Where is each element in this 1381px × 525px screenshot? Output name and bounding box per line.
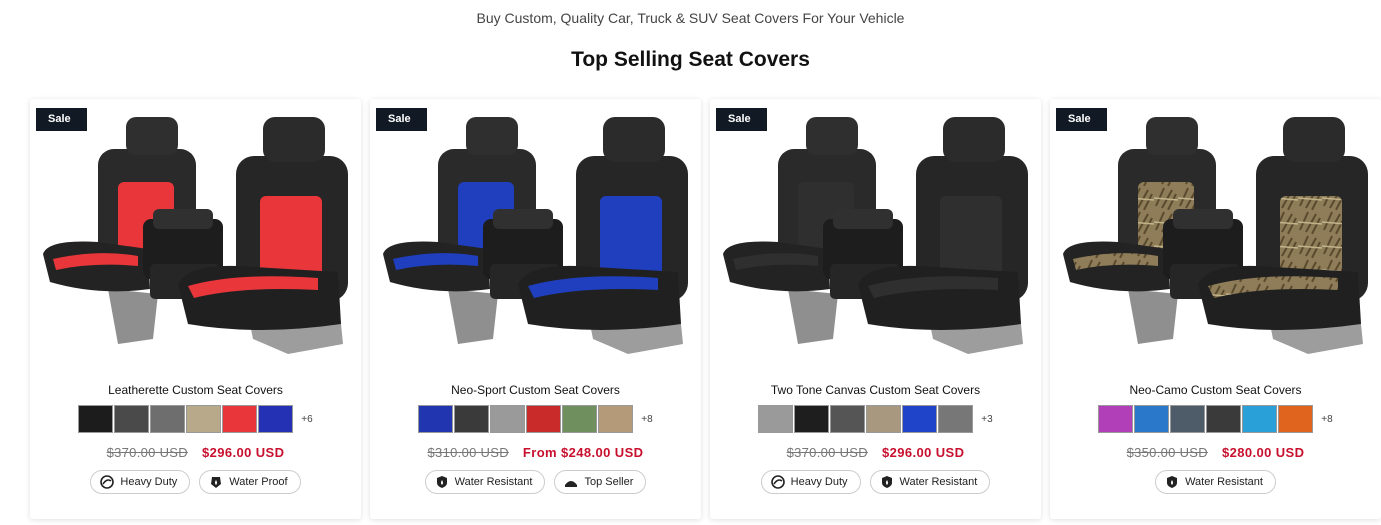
price-row: $350.00 USD $280.00 USD xyxy=(1050,445,1381,460)
color-swatch[interactable] xyxy=(1170,405,1206,433)
heavy-duty-icon xyxy=(100,475,115,489)
water-resistant-icon xyxy=(1165,475,1179,489)
sale-badge: Sale xyxy=(376,108,427,131)
more-colors-count[interactable]: +6 xyxy=(301,414,312,425)
page-subtitle: Buy Custom, Quality Car, Truck & SUV Sea… xyxy=(476,10,905,26)
color-swatch[interactable] xyxy=(490,405,526,433)
feature-tag: Water Resistant xyxy=(424,470,546,494)
feature-tag: Heavy Duty xyxy=(760,470,861,494)
color-swatch[interactable] xyxy=(1242,405,1278,433)
color-swatch[interactable] xyxy=(938,405,974,433)
more-colors-count[interactable]: +3 xyxy=(981,414,992,425)
original-price: $350.00 USD xyxy=(1126,445,1208,460)
product-card[interactable]: Sale Neo-Sport Custom Seat Covers +8 $31… xyxy=(370,99,701,519)
product-image[interactable] xyxy=(1058,114,1374,369)
color-swatch[interactable] xyxy=(186,405,222,433)
feature-tag-label: Water Resistant xyxy=(454,476,533,488)
product-card[interactable]: Sale Two Tone Canvas Custom Seat Covers … xyxy=(710,99,1041,519)
original-price: $370.00 USD xyxy=(106,445,188,460)
sale-price: $296.00 USD xyxy=(881,445,965,460)
price-row: $310.00 USD From $248.00 USD xyxy=(370,445,701,460)
sale-price: $280.00 USD xyxy=(1221,445,1305,460)
sale-price: From $248.00 USD xyxy=(522,445,644,460)
color-swatch[interactable] xyxy=(150,405,186,433)
product-image[interactable] xyxy=(718,114,1034,369)
color-swatch[interactable] xyxy=(866,405,902,433)
color-swatch[interactable] xyxy=(758,405,794,433)
product-image[interactable] xyxy=(38,114,354,369)
color-swatch[interactable] xyxy=(1134,405,1170,433)
color-swatch[interactable] xyxy=(454,405,490,433)
sale-badge: Sale xyxy=(1056,108,1107,131)
color-swatch[interactable] xyxy=(78,405,114,433)
color-swatch[interactable] xyxy=(1098,405,1134,433)
sale-badge: Sale xyxy=(36,108,87,131)
color-swatch[interactable] xyxy=(902,405,938,433)
color-swatches: +6 xyxy=(30,405,361,433)
color-swatch[interactable] xyxy=(1278,405,1314,433)
heavy-duty-icon xyxy=(770,475,785,489)
color-swatches: +8 xyxy=(1050,405,1381,433)
product-image[interactable] xyxy=(378,114,694,369)
sale-badge: Sale xyxy=(716,108,767,131)
color-swatch[interactable] xyxy=(222,405,258,433)
feature-tag-label: Water Resistant xyxy=(1185,476,1263,488)
feature-tag-label: Water Proof xyxy=(229,476,288,488)
feature-tags: Water Resistant Top Seller xyxy=(370,470,701,494)
feature-tag: Water Resistant xyxy=(869,470,991,494)
water-resistant-icon xyxy=(435,475,449,489)
feature-tag: Water Resistant xyxy=(1155,470,1276,494)
color-swatch[interactable] xyxy=(794,405,830,433)
water-resistant-icon xyxy=(880,475,894,489)
feature-tags: Heavy Duty Water Resistant xyxy=(710,470,1041,494)
feature-tag-label: Heavy Duty xyxy=(120,476,178,488)
feature-tag-label: Top Seller xyxy=(584,476,634,488)
section-title: Top Selling Seat Covers xyxy=(571,48,810,71)
feature-tag: Top Seller xyxy=(554,470,647,494)
product-title[interactable]: Two Tone Canvas Custom Seat Covers xyxy=(710,383,1041,397)
product-title[interactable]: Leatherette Custom Seat Covers xyxy=(30,383,361,397)
top-seller-icon xyxy=(564,475,578,489)
feature-tag-label: Heavy Duty xyxy=(790,476,848,488)
color-swatch[interactable] xyxy=(418,405,454,433)
color-swatch[interactable] xyxy=(830,405,866,433)
feature-tag: Water Proof xyxy=(199,470,301,494)
color-swatch[interactable] xyxy=(1206,405,1242,433)
color-swatches: +3 xyxy=(710,405,1041,433)
water-proof-icon xyxy=(209,475,223,489)
price-row: $370.00 USD $296.00 USD xyxy=(710,445,1041,460)
feature-tag-label: Water Resistant xyxy=(899,476,978,488)
more-colors-count[interactable]: +8 xyxy=(641,414,652,425)
color-swatch[interactable] xyxy=(562,405,598,433)
original-price: $310.00 USD xyxy=(427,445,509,460)
original-price: $370.00 USD xyxy=(786,445,868,460)
feature-tags: Water Resistant xyxy=(1050,470,1381,494)
color-swatch[interactable] xyxy=(526,405,562,433)
more-colors-count[interactable]: +8 xyxy=(1321,414,1332,425)
color-swatch[interactable] xyxy=(114,405,150,433)
price-row: $370.00 USD $296.00 USD xyxy=(30,445,361,460)
product-title[interactable]: Neo-Camo Custom Seat Covers xyxy=(1050,383,1381,397)
feature-tags: Heavy Duty Water Proof xyxy=(30,470,361,494)
color-swatch[interactable] xyxy=(258,405,294,433)
sale-price: $296.00 USD xyxy=(201,445,285,460)
product-card[interactable]: Sale Leatherette Custom Seat Covers +6 $… xyxy=(30,99,361,519)
product-card[interactable]: Sale Neo-Camo Custom Seat Covers +8 $350… xyxy=(1050,99,1381,519)
product-title[interactable]: Neo-Sport Custom Seat Covers xyxy=(370,383,701,397)
product-grid: Sale Leatherette Custom Seat Covers +6 $… xyxy=(30,99,1381,519)
color-swatch[interactable] xyxy=(598,405,634,433)
color-swatches: +8 xyxy=(370,405,701,433)
feature-tag: Heavy Duty xyxy=(90,470,191,494)
